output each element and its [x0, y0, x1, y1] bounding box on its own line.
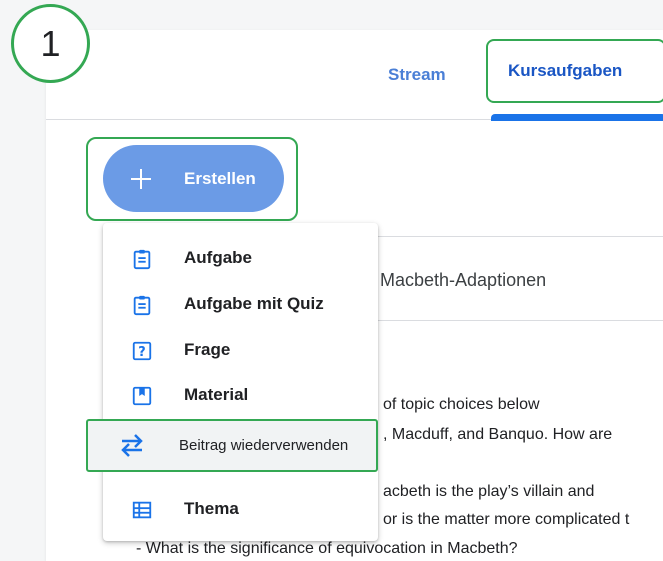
- svg-text:?: ?: [138, 345, 145, 360]
- menu-item-label: Beitrag wiederverwenden: [179, 437, 349, 454]
- menu-item-label: Thema: [184, 499, 239, 518]
- menu-item-label: Material: [184, 385, 249, 404]
- tab-kursaufgaben[interactable]: Kursaufgaben: [486, 39, 663, 103]
- step-number-badge: 1: [11, 4, 90, 83]
- create-button-label: Erstellen: [184, 168, 256, 188]
- menu-item-label: Frage: [184, 340, 231, 359]
- body-text-line: or is the matter more complicated t: [383, 511, 630, 528]
- topic-card-title: Macbeth-Adaptionen: [380, 270, 547, 290]
- tab-stream[interactable]: Stream: [388, 65, 446, 85]
- create-button[interactable]: Erstellen: [103, 145, 284, 212]
- active-tab-indicator: [491, 114, 663, 121]
- reuse-icon: [121, 434, 143, 457]
- body-text-line: acbeth is the play’s villain and: [383, 483, 595, 500]
- material-icon: [132, 386, 152, 406]
- plus-icon: [129, 167, 153, 191]
- menu-item-frage[interactable]: ? Frage: [103, 330, 378, 370]
- menu-item-aufgabe[interactable]: Aufgabe: [103, 238, 378, 278]
- tab-bar: Stream Kursaufgaben: [46, 30, 663, 121]
- menu-item-thema[interactable]: Thema: [103, 489, 378, 529]
- body-text-line: of topic choices below: [383, 396, 540, 413]
- create-menu: Aufgabe Aufgabe mit Quiz ? Frage Materia…: [103, 223, 378, 541]
- menu-item-label: Aufgabe mit Quiz: [184, 294, 324, 313]
- body-text-line: - What is the significance of equivocati…: [136, 540, 518, 557]
- question-icon: ?: [132, 341, 152, 361]
- menu-item-label: Aufgabe: [184, 248, 252, 267]
- tab-kursaufgaben-label: Kursaufgaben: [508, 61, 623, 80]
- body-text-line: , Macduff, and Banquo. How are: [383, 426, 613, 443]
- assignment-icon: [133, 249, 151, 270]
- topic-icon: [132, 501, 152, 519]
- menu-item-aufgabe-mit-quiz[interactable]: Aufgabe mit Quiz: [103, 284, 378, 324]
- menu-item-material[interactable]: Material: [103, 375, 378, 415]
- quiz-assignment-icon: [133, 295, 151, 316]
